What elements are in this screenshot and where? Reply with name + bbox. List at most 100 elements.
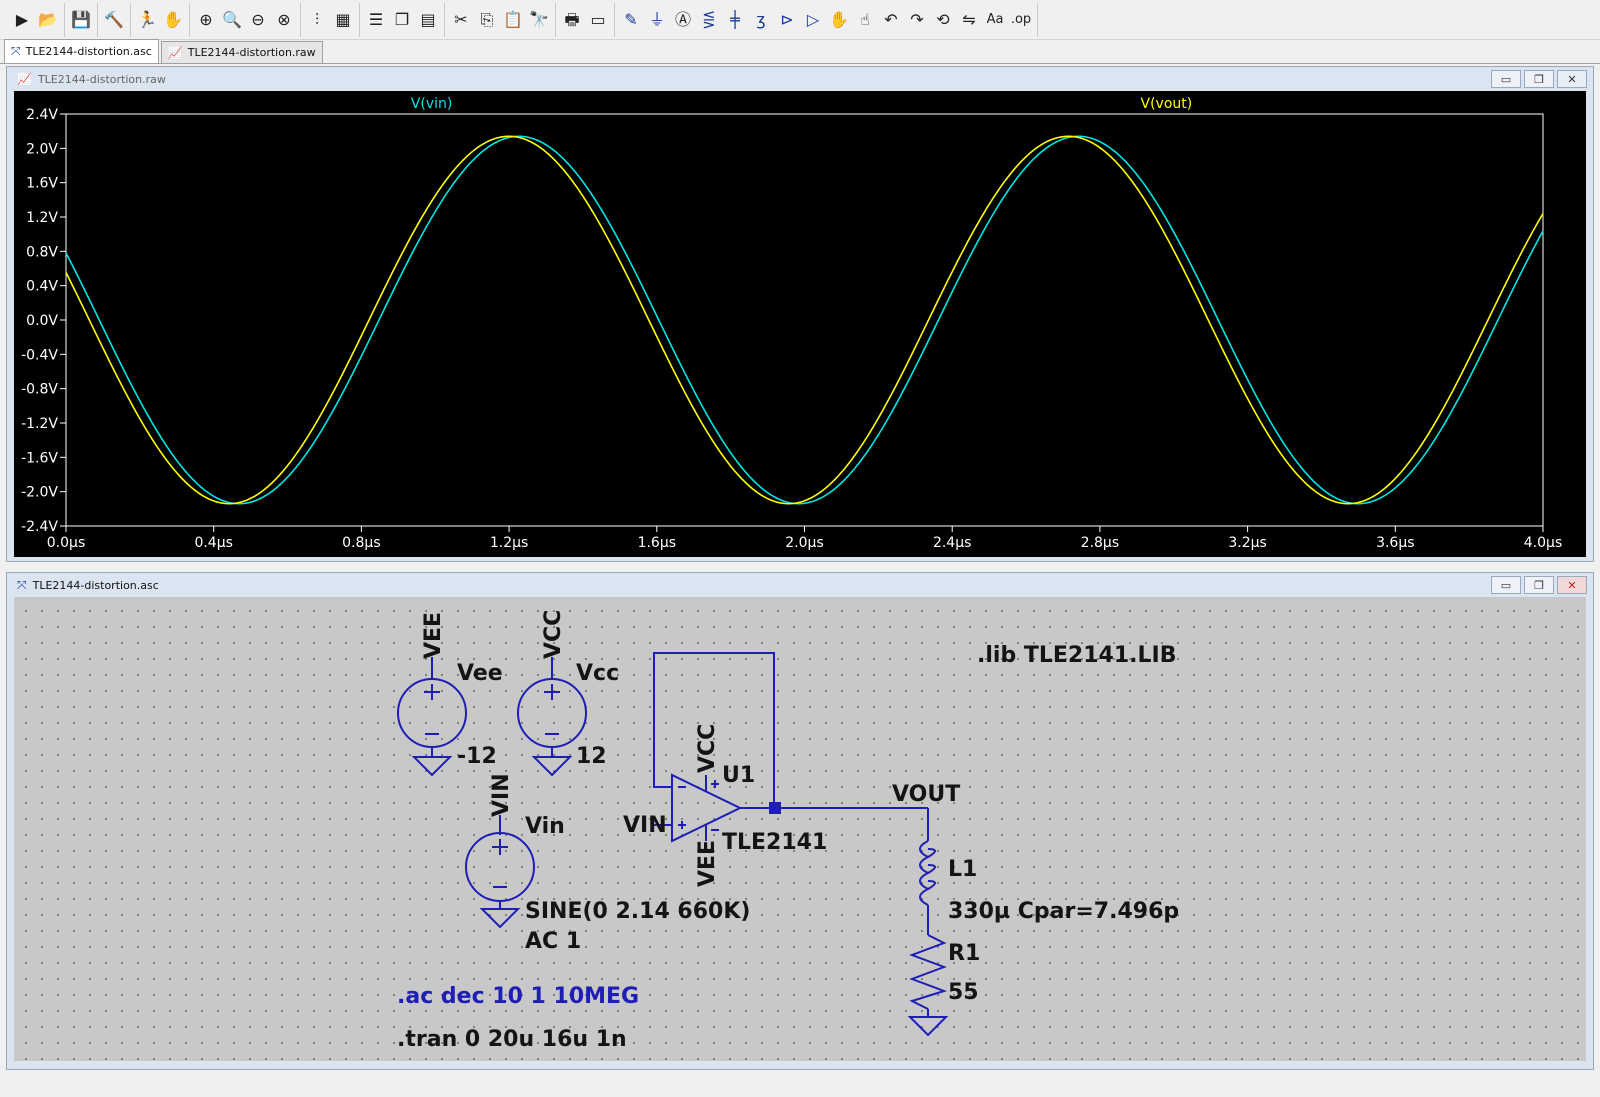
y-tick-label: 0.0V xyxy=(26,313,58,329)
y-tick-label: 0.4V xyxy=(26,279,58,295)
inductor-l1[interactable] xyxy=(919,808,936,935)
control-panel-button[interactable]: 🔨 xyxy=(101,6,127,34)
zoom-cancel-button[interactable]: ⊗ xyxy=(271,6,297,34)
y-tick-label: -0.4V xyxy=(21,347,58,363)
tab-schematic[interactable]: ⤧ TLE2144-distortion.asc xyxy=(4,39,159,63)
r1-value: 55 xyxy=(948,980,979,1005)
tile-horizontal-button[interactable]: ☰ xyxy=(363,6,389,34)
inductor-button[interactable]: ʒ xyxy=(748,6,774,34)
cascade-icon: ❐ xyxy=(394,9,410,29)
output-node[interactable] xyxy=(769,802,781,814)
copy-button[interactable]: ⎘ xyxy=(474,6,500,34)
schematic-window-titlebar[interactable]: ⤧ TLE2144-distortion.asc ▭ ❐ ✕ xyxy=(7,573,1593,597)
paste-button[interactable]: 📋 xyxy=(500,6,526,34)
run-sim-button[interactable]: 🏃 xyxy=(134,6,160,34)
label-net-button[interactable]: Ⓐ xyxy=(670,6,696,34)
y-tick-label: -2.4V xyxy=(21,519,58,535)
restore-button[interactable]: ❐ xyxy=(1524,70,1554,88)
waveform-plot[interactable]: 2.4V 2.0V 1.6V 1.2V 0.8V 0.4V 0.0V -0.4V -0.8V -1… xyxy=(14,91,1586,557)
toolbar-group: ✎ ⏚ Ⓐ ⋚ ╪ ʒ ⊳ ▷ ✋ ☝ ↶ ↷ ⟲ ⇋ Aa .op xyxy=(615,2,1038,37)
tab-label: TLE2144-distortion.raw xyxy=(187,46,316,59)
copy-icon: ⎘ xyxy=(480,9,494,29)
find-button[interactable]: 🔭 xyxy=(526,6,552,34)
print-preview-icon: ▭ xyxy=(590,9,606,29)
run-icon: ▶ xyxy=(15,9,29,29)
waveform-icon: 📈 xyxy=(167,45,183,60)
open-button[interactable]: 📂 xyxy=(35,6,61,34)
print-preview-button[interactable]: ▭ xyxy=(585,6,611,34)
save-button[interactable]: 💾 xyxy=(68,6,94,34)
ground-button[interactable]: ⏚ xyxy=(644,6,670,34)
y-tick-label: 1.2V xyxy=(26,210,58,226)
zoom-fit-icon: 🔍 xyxy=(222,9,242,29)
zoom-in-icon: ⊕ xyxy=(199,9,213,29)
cascade-button[interactable]: ❐ xyxy=(389,6,415,34)
vee-net-label: VEE xyxy=(421,612,446,659)
toolbar-group: ✂ ⎘ 📋 🔭 xyxy=(445,2,556,37)
print-button[interactable]: 🖶 xyxy=(559,6,585,34)
vcc-value: 12 xyxy=(576,744,607,769)
toolbar-group: ⫶ ▦ xyxy=(301,2,360,37)
halt-button[interactable]: ✋ xyxy=(160,6,186,34)
text-button[interactable]: Aa xyxy=(982,6,1008,34)
x-tick-label: 3.6µs xyxy=(1376,535,1414,551)
zoom-out-icon: ⊖ xyxy=(251,9,265,29)
minimize-button[interactable]: ▭ xyxy=(1491,70,1521,88)
open-icon: 📂 xyxy=(38,9,58,29)
plot-settings-button[interactable]: ▦ xyxy=(330,6,356,34)
vee-source[interactable] xyxy=(397,657,467,777)
component-button[interactable]: ▷ xyxy=(800,6,826,34)
draw-wire-button[interactable]: ✎ xyxy=(618,6,644,34)
waveform-plot-svg[interactable]: 2.4V 2.0V 1.6V 1.2V 0.8V 0.4V 0.0V -0.4V -0.8V -1… xyxy=(14,91,1586,557)
window-title: TLE2144-distortion.raw xyxy=(37,72,166,86)
cut-button[interactable]: ✂ xyxy=(448,6,474,34)
series-legend-label: V(vout) xyxy=(1141,96,1193,112)
schematic-svg[interactable]: VEE VCC VIN VCC VEE Vee -12 Vcc 12 Vin S… xyxy=(14,597,1586,1061)
diode-button[interactable]: ⊳ xyxy=(774,6,800,34)
zoom-fit-button[interactable]: 🔍 xyxy=(219,6,245,34)
tran-directive[interactable]: .tran 0 20u 16u 1n xyxy=(397,1027,627,1052)
vin-value-sine: SINE(0 2.14 660K) xyxy=(525,899,750,924)
mirror-icon: ⇋ xyxy=(962,9,976,29)
x-tick-label: 2.4µs xyxy=(933,535,971,551)
vin-source[interactable] xyxy=(465,815,535,929)
redo-button[interactable]: ↷ xyxy=(904,6,930,34)
zoom-in-button[interactable]: ⊕ xyxy=(193,6,219,34)
y-tick-label: -1.2V xyxy=(21,416,58,432)
zoom-cancel-icon: ⊗ xyxy=(277,9,291,29)
vin-name: Vin xyxy=(525,814,565,839)
run-button[interactable]: ▶ xyxy=(9,6,35,34)
resistor-button[interactable]: ⋚ xyxy=(696,6,722,34)
waveform-window-titlebar[interactable]: 📈 TLE2144-distortion.raw ▭ ❐ ✕ xyxy=(7,67,1593,91)
minimize-button[interactable]: ▭ xyxy=(1491,576,1521,594)
plot-settings-icon: ▦ xyxy=(335,9,351,29)
drag-button[interactable]: ☝ xyxy=(852,6,878,34)
close-button[interactable]: ✕ xyxy=(1557,70,1587,88)
close-button[interactable]: ✕ xyxy=(1557,576,1587,594)
toolbar-group: ☰ ❐ ▤ xyxy=(360,2,445,37)
component-icon: ▷ xyxy=(806,9,820,29)
label-net-icon: Ⓐ xyxy=(674,9,691,29)
tile-vertical-button[interactable]: ▤ xyxy=(415,6,441,34)
series-line xyxy=(65,135,1544,505)
schematic-window[interactable]: ⤧ TLE2144-distortion.asc ▭ ❐ ✕ VEE VCC V… xyxy=(6,572,1594,1070)
undo-button[interactable]: ↶ xyxy=(878,6,904,34)
tab-waveform[interactable]: 📈 TLE2144-distortion.raw xyxy=(160,41,323,63)
l1-value: 330µ Cpar=7.496p xyxy=(948,899,1179,924)
autorange-button[interactable]: ⫶ xyxy=(304,6,330,34)
ac-directive[interactable]: .ac dec 10 1 10MEG xyxy=(397,984,639,1009)
resistor-r1[interactable] xyxy=(907,934,949,1037)
y-tick-label: 2.0V xyxy=(26,141,58,157)
lib-directive[interactable]: .lib TLE2141.LIB xyxy=(977,643,1176,668)
toolbar-group: 💾 xyxy=(65,2,98,37)
capacitor-button[interactable]: ╪ xyxy=(722,6,748,34)
restore-button[interactable]: ❐ xyxy=(1524,576,1554,594)
zoom-out-button[interactable]: ⊖ xyxy=(245,6,271,34)
spice-directive-button[interactable]: .op xyxy=(1008,6,1034,34)
rotate-button[interactable]: ⟲ xyxy=(930,6,956,34)
vout-net-label: VOUT xyxy=(892,782,960,807)
move-button[interactable]: ✋ xyxy=(826,6,852,34)
schematic-canvas[interactable]: VEE VCC VIN VCC VEE Vee -12 Vcc 12 Vin S… xyxy=(14,597,1586,1061)
waveform-window[interactable]: 📈 TLE2144-distortion.raw ▭ ❐ ✕ 2.4V 2.0V 1.… xyxy=(6,66,1594,562)
mirror-button[interactable]: ⇋ xyxy=(956,6,982,34)
